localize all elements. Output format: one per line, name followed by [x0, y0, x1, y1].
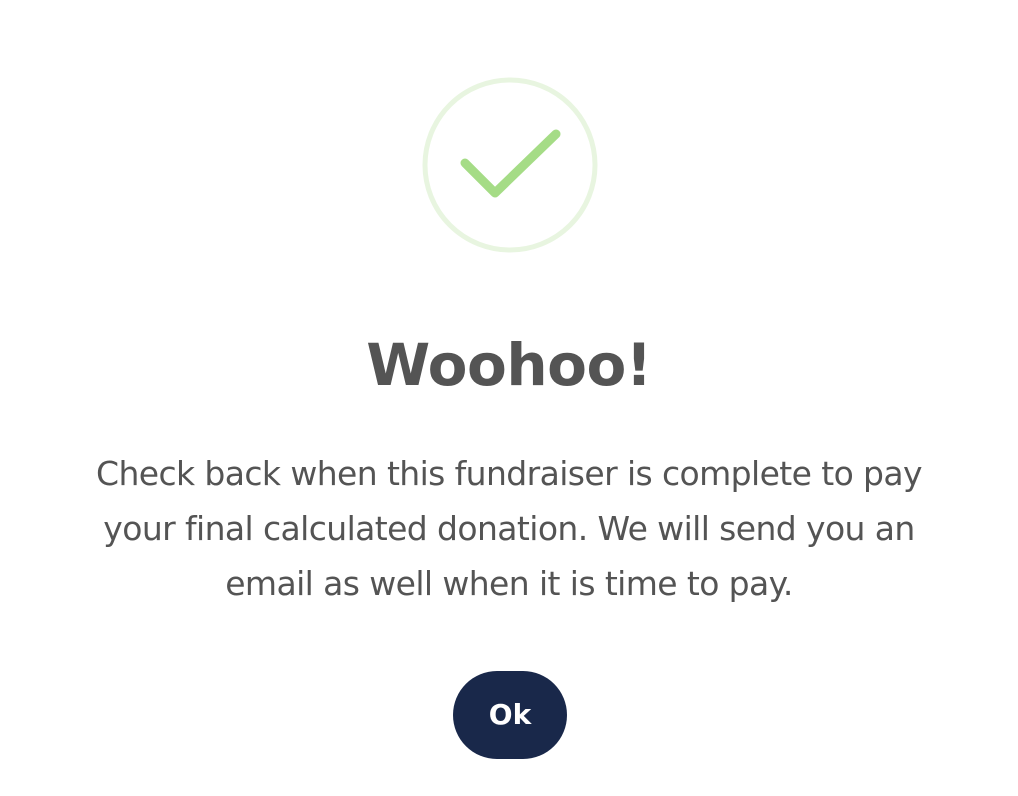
- dialog-message: Check back when this fundraiser is compl…: [96, 454, 923, 603]
- success-checkmark-icon: [421, 76, 599, 254]
- success-ring: [422, 77, 598, 253]
- check-mark: [460, 129, 561, 198]
- ok-button[interactable]: Ok: [453, 671, 567, 759]
- dialog-title: Woohoo!: [366, 331, 652, 399]
- success-dialog: Woohoo! Check back when this fundraiser …: [0, 0, 1018, 796]
